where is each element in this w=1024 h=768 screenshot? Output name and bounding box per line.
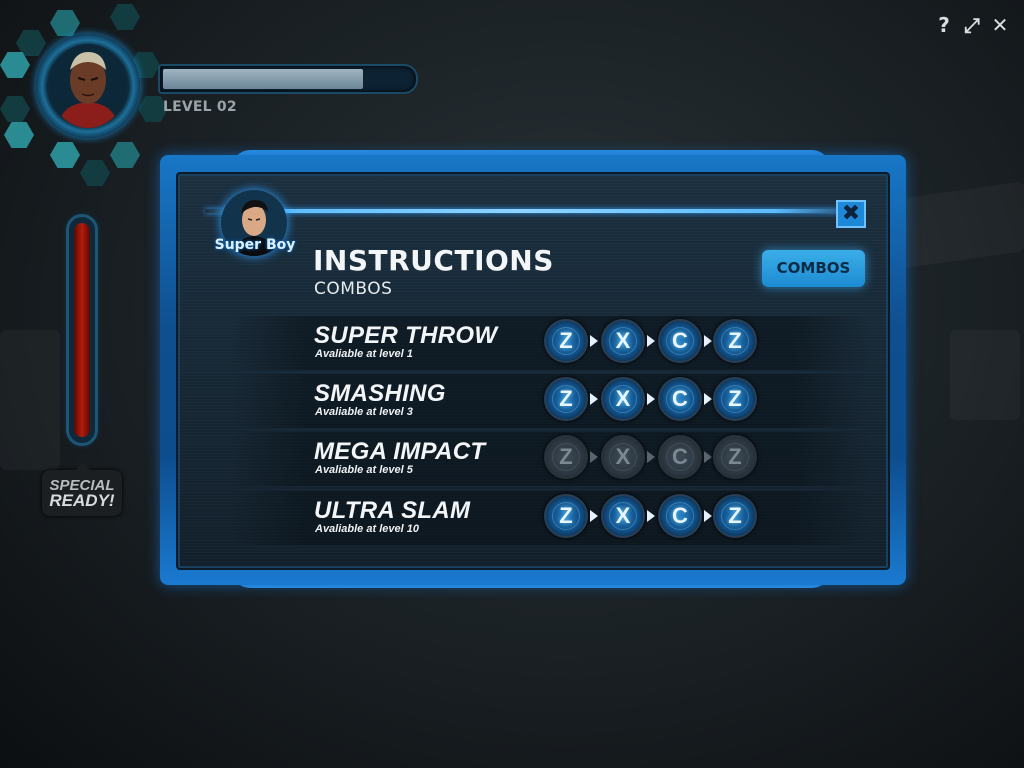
combo-key-z: Z (713, 435, 757, 479)
combo-key-z: Z (544, 494, 588, 538)
player-avatar (36, 34, 140, 138)
help-icon[interactable]: ? (934, 14, 954, 36)
combo-arrow-icon (704, 451, 712, 463)
character-name: Super Boy (214, 237, 296, 253)
background-machinery (950, 330, 1020, 420)
special-meter-fill (74, 223, 90, 437)
combo-key-x: X (601, 494, 645, 538)
combo-key-c: C (658, 319, 702, 363)
health-bar-fill (163, 69, 363, 89)
special-label-line2: READY! (49, 491, 115, 510)
background-machinery (0, 330, 60, 470)
combo-key-c: C (658, 435, 702, 479)
combo-name: ULTRA SLAM (314, 497, 471, 524)
combo-arrow-icon (704, 335, 712, 347)
combo-key-z: Z (713, 494, 757, 538)
background-machinery (900, 181, 1024, 268)
close-icon[interactable]: ✕ (990, 14, 1010, 36)
combo-availability: Avaliable at level 1 (315, 348, 413, 360)
combo-name: SMASHING (314, 380, 446, 407)
special-meter (66, 214, 98, 446)
health-bar (158, 64, 418, 94)
combo-key-z: Z (713, 319, 757, 363)
combos-tab-button[interactable]: COMBOS (762, 250, 865, 287)
combo-arrow-icon (704, 393, 712, 405)
dialog-close-button[interactable]: ✖ (836, 200, 866, 228)
combo-row: ULTRA SLAM Avaliable at level 10 Z X C Z (230, 491, 870, 545)
level-label: LEVEL 02 (163, 99, 237, 115)
combo-availability: Avaliable at level 5 (315, 464, 413, 476)
dialog-header-rail (205, 204, 839, 218)
combo-key-c: C (658, 377, 702, 421)
combo-key-z: Z (713, 377, 757, 421)
combo-key-z: Z (544, 377, 588, 421)
combo-arrow-icon (704, 510, 712, 522)
combo-arrow-icon (647, 451, 655, 463)
combo-arrow-icon (647, 393, 655, 405)
aqualad-portrait-icon (50, 44, 126, 128)
combo-key-z: Z (544, 319, 588, 363)
combo-key-x: X (601, 435, 645, 479)
combo-arrow-icon (590, 335, 598, 347)
combo-arrow-icon (647, 335, 655, 347)
combo-row: SUPER THROW Avaliable at level 1ZXCZ (230, 316, 870, 370)
combo-row: MEGA IMPACT Avaliable at level 5ZXCZ (230, 432, 870, 486)
combo-key-x: X (601, 377, 645, 421)
combo-arrow-icon (590, 510, 598, 522)
combo-arrow-icon (590, 451, 598, 463)
combo-arrow-icon (647, 510, 655, 522)
combo-key-z: Z (544, 435, 588, 479)
window-controls: ? ⤢ ✕ (934, 14, 1010, 36)
dialog-title: INSTRUCTIONS (313, 244, 554, 277)
combo-availability: Avaliable at level 10 (315, 523, 419, 535)
dialog-subtitle: COMBOS (314, 279, 393, 299)
combo-key-c: C (658, 494, 702, 538)
special-ready-badge: SPECIAL READY! (42, 461, 122, 516)
combo-name: MEGA IMPACT (314, 438, 486, 465)
combo-key-x: X (601, 319, 645, 363)
combo-name: SUPER THROW (314, 322, 498, 349)
combo-arrow-icon (590, 393, 598, 405)
combo-row: SMASHING Avaliable at level 3ZXCZ (230, 374, 870, 428)
fullscreen-icon[interactable]: ⤢ (962, 14, 982, 36)
combo-availability: Avaliable at level 3 (315, 406, 413, 418)
